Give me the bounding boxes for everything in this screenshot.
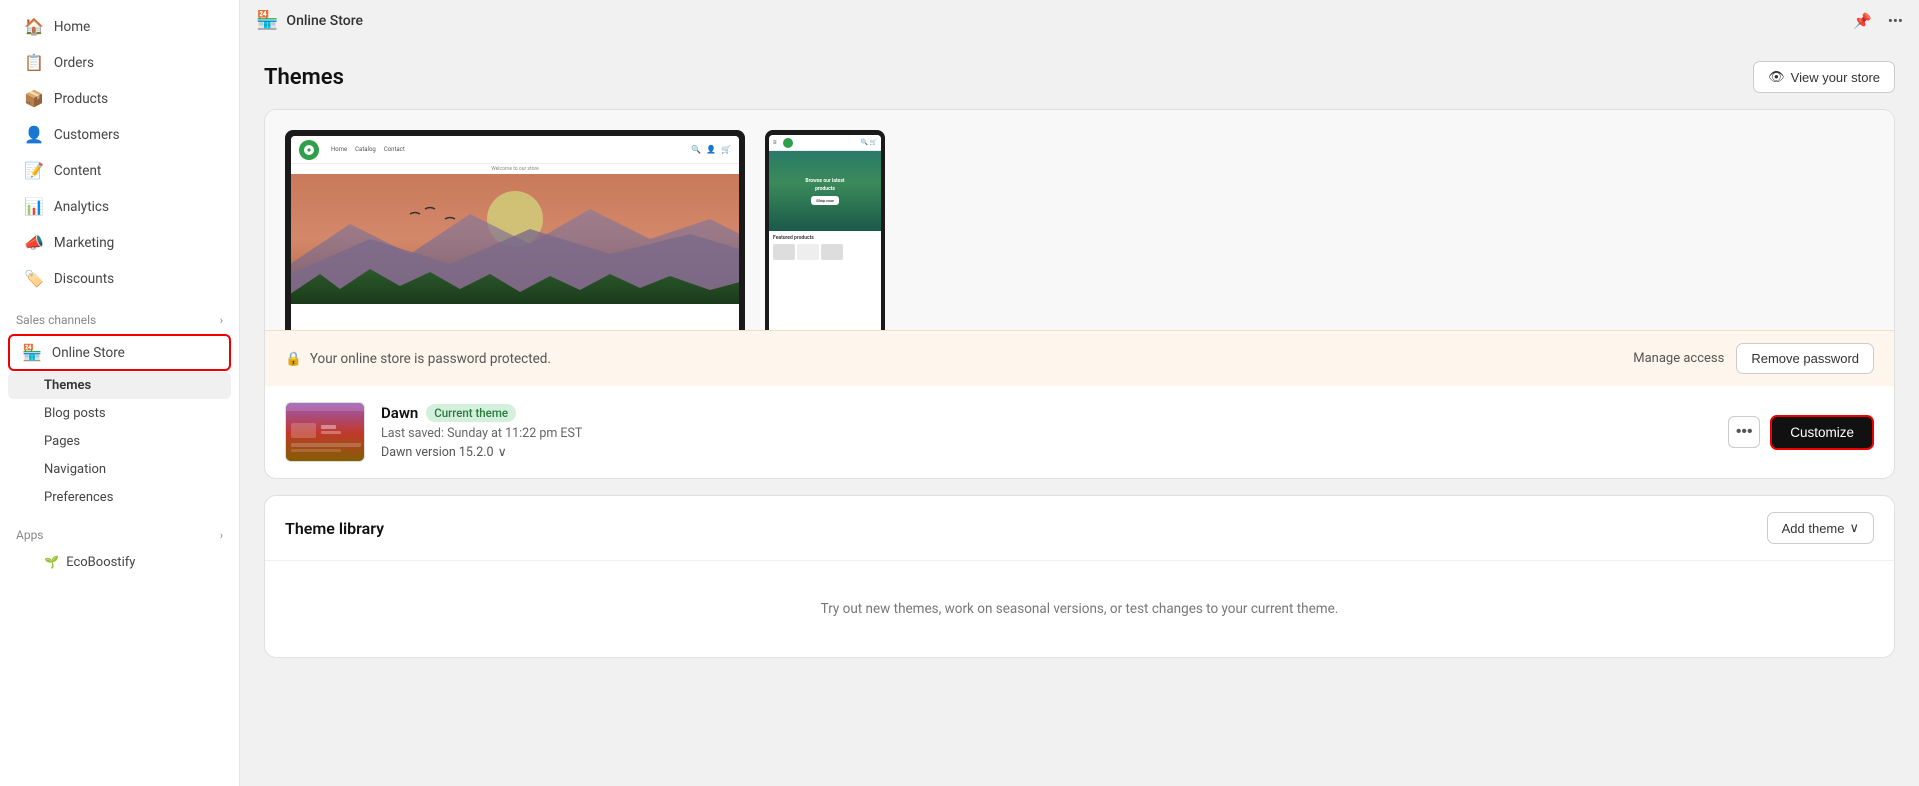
theme-library-header: Theme library Add theme ∨ [265,496,1894,561]
sidebar-item-marketing[interactable]: 📣 Marketing [8,225,231,260]
sidebar-item-blog-posts[interactable]: Blog posts [8,400,231,427]
theme-library-card: Theme library Add theme ∨ Try out new th… [264,495,1895,658]
topbar: 🏪 Online Store 📌 ••• [240,0,1919,41]
home-icon: 🏠 [24,17,44,36]
pages-label: Pages [44,434,80,449]
sidebar-item-online-store[interactable]: 🏪 Online Store [8,334,231,371]
sidebar-item-analytics-label: Analytics [54,199,109,215]
password-banner: 🔒 Your online store is password protecte… [265,330,1894,386]
add-theme-label: Add theme [1782,521,1845,536]
analytics-icon: 📊 [24,197,44,216]
view-store-label: View your store [1791,70,1880,85]
theme-name: Dawn [381,404,418,422]
content-icon: 📝 [24,161,44,180]
theme-actions: ••• Customize [1728,415,1874,450]
theme-library-title: Theme library [285,519,384,538]
sidebar-item-customers[interactable]: 👤 Customers [8,117,231,152]
password-banner-actions: Manage access Remove password [1633,343,1874,374]
theme-preview-images: HomeCatalogContact 🔍👤🛒 Welcome to our st… [265,110,1894,330]
ecoboostify-label: EcoBoostify [66,555,135,570]
sidebar-item-navigation[interactable]: Navigation [8,456,231,483]
password-message: Your online store is password protected. [310,351,551,367]
add-theme-chevron-icon: ∨ [1849,520,1859,536]
online-store-topbar-icon: 🏪 [256,10,278,31]
themes-sub-item-label: Themes [44,378,91,393]
sidebar-item-marketing-label: Marketing [54,235,114,251]
main-content-area: 🏪 Online Store 📌 ••• Themes 👁 View your … [240,0,1919,786]
sidebar-item-preferences[interactable]: Preferences [8,484,231,511]
sidebar-item-ecoboostify[interactable]: 🌱 EcoBoostify [8,549,231,576]
discounts-icon: 🏷️ [24,269,44,288]
sidebar-item-analytics[interactable]: 📊 Analytics [8,189,231,224]
sidebar-item-content-label: Content [54,163,101,179]
sales-channels-section: Sales channels › [0,297,239,333]
desktop-mockup: HomeCatalogContact 🔍👤🛒 Welcome to our st… [285,130,745,330]
landscape-svg [291,174,739,304]
sidebar-item-discounts-label: Discounts [54,271,114,287]
page-title: Themes [264,65,344,90]
current-theme-row: Dawn Current theme Last saved: Sunday at… [265,386,1894,478]
theme-thumbnail [285,402,365,462]
version-chevron-icon: ∨ [498,444,507,460]
apps-section: Apps › [0,512,239,548]
theme-version-text: Dawn version 15.2.0 [381,445,494,460]
blog-posts-label: Blog posts [44,406,106,421]
theme-name-row: Dawn Current theme [381,404,1712,422]
apps-label: Apps [16,528,44,542]
products-icon: 📦 [24,89,44,108]
theme-thumbnail-svg [286,403,365,462]
sales-channels-label: Sales channels [16,313,96,327]
topbar-title: Online Store [286,13,363,29]
navigation-label: Navigation [44,462,106,477]
manage-access-link[interactable]: Manage access [1633,351,1724,366]
lock-icon: 🔒 [285,351,302,367]
customers-icon: 👤 [24,125,44,144]
sidebar-item-pages[interactable]: Pages [8,428,231,455]
current-theme-badge: Current theme [426,404,516,422]
sidebar: 🏠 Home 📋 Orders 📦 Products 👤 Customers 📝… [0,0,240,786]
sidebar-item-home[interactable]: 🏠 Home [8,9,231,44]
eye-icon: 👁 [1768,69,1785,85]
sidebar-item-orders[interactable]: 📋 Orders [8,45,231,80]
sidebar-item-orders-label: Orders [54,55,94,71]
sidebar-item-products-label: Products [54,91,108,107]
online-store-icon: 🏪 [22,343,42,362]
page-content: Themes 👁 View your store [240,41,1919,786]
sidebar-item-themes[interactable]: Themes [8,372,231,399]
theme-saved-time: Last saved: Sunday at 11:22 pm EST [381,426,1712,441]
sidebar-item-home-label: Home [54,19,90,35]
sales-channels-chevron[interactable]: › [220,314,223,327]
theme-library-empty: Try out new themes, work on seasonal ver… [265,561,1894,657]
view-store-button[interactable]: 👁 View your store [1753,61,1895,93]
theme-info: Dawn Current theme Last saved: Sunday at… [381,404,1712,460]
pin-icon[interactable]: 📌 [1853,12,1872,30]
preferences-label: Preferences [44,490,113,505]
mobile-mockup: ≡ 🔍 🛒 Browse our latest products Shop no… [765,130,885,330]
apps-chevron[interactable]: › [220,529,223,542]
theme-preview-card: HomeCatalogContact 🔍👤🛒 Welcome to our st… [264,109,1895,479]
themes-header: Themes 👁 View your store [264,61,1895,93]
orders-icon: 📋 [24,53,44,72]
sidebar-item-content[interactable]: 📝 Content [8,153,231,188]
sidebar-item-products[interactable]: 📦 Products [8,81,231,116]
remove-password-button[interactable]: Remove password [1736,343,1874,374]
sidebar-item-online-store-label: Online Store [52,345,125,361]
theme-version[interactable]: Dawn version 15.2.0 ∨ [381,444,1712,460]
theme-library-empty-message: Try out new themes, work on seasonal ver… [821,601,1339,617]
mock-logo-svg [303,144,315,156]
sidebar-item-customers-label: Customers [54,127,120,143]
marketing-icon: 📣 [24,233,44,252]
theme-more-options-button[interactable]: ••• [1728,416,1760,448]
sidebar-item-discounts[interactable]: 🏷️ Discounts [8,261,231,296]
more-menu-icon[interactable]: ••• [1888,12,1903,30]
customize-button[interactable]: Customize [1770,415,1874,450]
ellipsis-icon: ••• [1736,423,1753,441]
password-banner-text: 🔒 Your online store is password protecte… [285,351,1633,367]
add-theme-button[interactable]: Add theme ∨ [1767,512,1874,544]
